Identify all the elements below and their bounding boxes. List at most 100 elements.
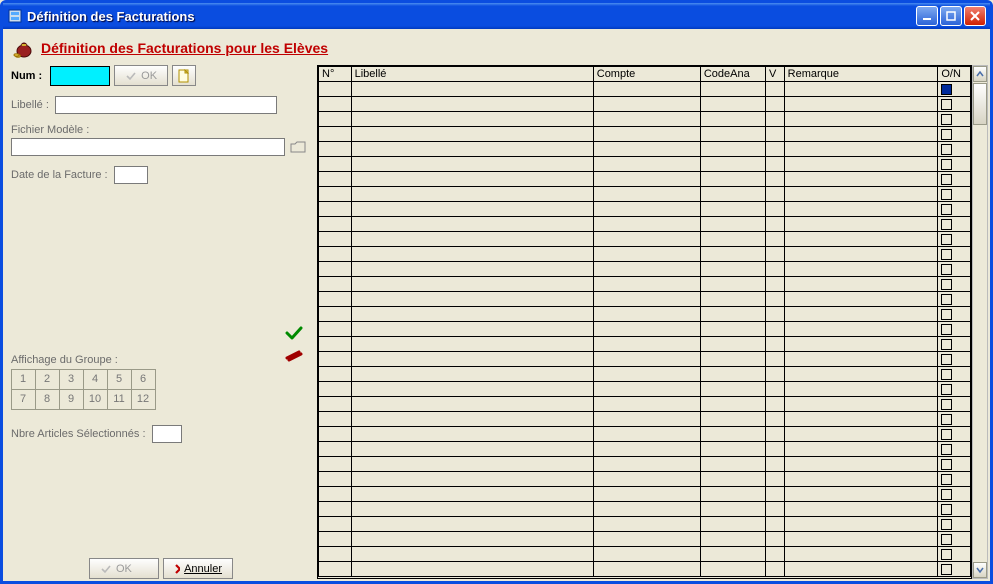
cell[interactable] bbox=[319, 382, 352, 397]
cell[interactable] bbox=[319, 397, 352, 412]
groupe-cell-2[interactable]: 2 bbox=[35, 369, 60, 390]
cell[interactable] bbox=[784, 322, 938, 337]
cell[interactable] bbox=[766, 232, 785, 247]
cell[interactable] bbox=[784, 157, 938, 172]
cell[interactable] bbox=[700, 247, 765, 262]
cell[interactable] bbox=[700, 232, 765, 247]
cell[interactable] bbox=[351, 412, 593, 427]
cell[interactable] bbox=[784, 382, 938, 397]
checkbox[interactable] bbox=[941, 159, 952, 170]
cell[interactable] bbox=[593, 517, 700, 532]
cell[interactable] bbox=[700, 382, 765, 397]
cell[interactable] bbox=[593, 487, 700, 502]
cell[interactable] bbox=[319, 262, 352, 277]
cell[interactable] bbox=[784, 397, 938, 412]
cell[interactable] bbox=[766, 172, 785, 187]
cell[interactable] bbox=[319, 412, 352, 427]
cell[interactable] bbox=[784, 457, 938, 472]
cell[interactable] bbox=[593, 502, 700, 517]
cell[interactable] bbox=[938, 457, 971, 472]
cell[interactable] bbox=[319, 427, 352, 442]
cell[interactable] bbox=[766, 517, 785, 532]
checkbox[interactable] bbox=[941, 414, 952, 425]
cell[interactable] bbox=[593, 337, 700, 352]
cell[interactable] bbox=[700, 292, 765, 307]
cell[interactable] bbox=[784, 247, 938, 262]
groupe-cell-6[interactable]: 6 bbox=[131, 369, 156, 390]
cell[interactable] bbox=[351, 532, 593, 547]
table-row[interactable] bbox=[319, 367, 971, 382]
cell[interactable] bbox=[766, 487, 785, 502]
cell[interactable] bbox=[593, 352, 700, 367]
cell[interactable] bbox=[700, 502, 765, 517]
cell[interactable] bbox=[938, 442, 971, 457]
table-row[interactable] bbox=[319, 292, 971, 307]
cell[interactable] bbox=[593, 412, 700, 427]
cell[interactable] bbox=[700, 487, 765, 502]
ok-button[interactable]: OK bbox=[89, 558, 159, 579]
cell[interactable] bbox=[319, 307, 352, 322]
cell[interactable] bbox=[319, 322, 352, 337]
cell[interactable] bbox=[351, 232, 593, 247]
cell[interactable] bbox=[319, 232, 352, 247]
groupe-cell-12[interactable]: 12 bbox=[131, 389, 156, 410]
groupe-cell-11[interactable]: 11 bbox=[107, 389, 132, 410]
groupe-cell-7[interactable]: 7 bbox=[11, 389, 36, 410]
checkbox[interactable] bbox=[941, 279, 952, 290]
date-field[interactable] bbox=[114, 166, 148, 184]
checkbox[interactable] bbox=[941, 264, 952, 275]
groupe-cell-3[interactable]: 3 bbox=[59, 369, 84, 390]
checkbox[interactable] bbox=[941, 444, 952, 455]
cell[interactable] bbox=[319, 247, 352, 262]
cell[interactable] bbox=[784, 562, 938, 577]
cell[interactable] bbox=[784, 307, 938, 322]
table-row[interactable] bbox=[319, 457, 971, 472]
cell[interactable] bbox=[784, 112, 938, 127]
checkbox[interactable] bbox=[941, 429, 952, 440]
cell[interactable] bbox=[593, 292, 700, 307]
cell[interactable] bbox=[784, 442, 938, 457]
cell[interactable] bbox=[938, 427, 971, 442]
cell[interactable] bbox=[319, 487, 352, 502]
close-button[interactable] bbox=[964, 6, 986, 26]
cell[interactable] bbox=[319, 202, 352, 217]
cell[interactable] bbox=[319, 82, 352, 97]
cell[interactable] bbox=[319, 502, 352, 517]
grid-scroll[interactable]: N° Libellé Compte CodeAna V Remarque O/N bbox=[317, 65, 972, 579]
table-row[interactable] bbox=[319, 142, 971, 157]
table-row[interactable] bbox=[319, 547, 971, 562]
cell[interactable] bbox=[351, 127, 593, 142]
cell[interactable] bbox=[938, 112, 971, 127]
cell[interactable] bbox=[766, 97, 785, 112]
cell[interactable] bbox=[766, 292, 785, 307]
libelle-field[interactable] bbox=[55, 96, 277, 114]
cell[interactable] bbox=[784, 97, 938, 112]
table-row[interactable] bbox=[319, 517, 971, 532]
cell[interactable] bbox=[319, 277, 352, 292]
cell[interactable] bbox=[319, 187, 352, 202]
cell[interactable] bbox=[593, 202, 700, 217]
cell[interactable] bbox=[351, 247, 593, 262]
num-field[interactable] bbox=[50, 66, 110, 86]
cell[interactable] bbox=[766, 442, 785, 457]
cell[interactable] bbox=[766, 502, 785, 517]
cell[interactable] bbox=[351, 382, 593, 397]
cell[interactable] bbox=[766, 157, 785, 172]
cell[interactable] bbox=[593, 472, 700, 487]
table-row[interactable] bbox=[319, 217, 971, 232]
checkbox[interactable] bbox=[941, 204, 952, 215]
cell[interactable] bbox=[700, 367, 765, 382]
cell[interactable] bbox=[593, 562, 700, 577]
cell[interactable] bbox=[700, 157, 765, 172]
table-row[interactable] bbox=[319, 412, 971, 427]
table-row[interactable] bbox=[319, 82, 971, 97]
cell[interactable] bbox=[593, 82, 700, 97]
cell[interactable] bbox=[593, 307, 700, 322]
cell[interactable] bbox=[351, 172, 593, 187]
groupe-cell-10[interactable]: 10 bbox=[83, 389, 108, 410]
table-row[interactable] bbox=[319, 232, 971, 247]
cell[interactable] bbox=[351, 352, 593, 367]
cell[interactable] bbox=[938, 142, 971, 157]
cell[interactable] bbox=[784, 502, 938, 517]
cell[interactable] bbox=[593, 322, 700, 337]
